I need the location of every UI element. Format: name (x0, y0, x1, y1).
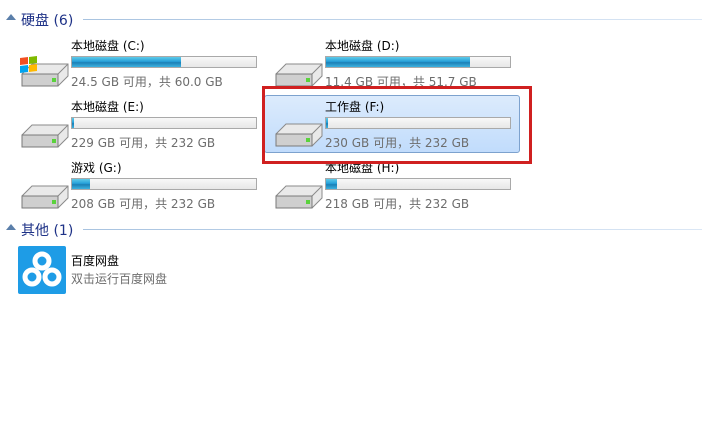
drive-h[interactable]: 本地磁盘 (H:) 218 GB 可用，共 232 GB (272, 161, 530, 218)
hard-drive-icon (275, 185, 323, 209)
drive-usage-bar (71, 117, 257, 129)
drive-name: 本地磁盘 (C:) (71, 39, 145, 53)
drive-name: 本地磁盘 (D:) (325, 39, 400, 53)
app-baidu-netdisk[interactable]: 百度网盘 双击运行百度网盘 (18, 246, 258, 294)
drive-space: 229 GB 可用，共 232 GB (71, 136, 216, 150)
group-divider (83, 229, 702, 230)
highlight-annotation-box (262, 86, 532, 164)
drive-space: 208 GB 可用，共 232 GB (71, 197, 216, 211)
drive-usage-fill (326, 57, 470, 67)
drive-name: 游戏 (G:) (71, 161, 122, 175)
windows-drive-icon (20, 56, 69, 87)
drive-usage-bar (71, 178, 257, 190)
drive-usage-bar (325, 178, 511, 190)
drive-usage-bar (325, 56, 511, 68)
drive-space: 218 GB 可用，共 232 GB (325, 197, 470, 211)
hard-drive-icon (21, 185, 69, 209)
drive-usage-bar (71, 56, 257, 68)
group-title: 硬盘 (6) (21, 13, 74, 29)
drive-usage-fill (72, 179, 91, 189)
app-description: 双击运行百度网盘 (71, 272, 168, 286)
hard-drive-icon (275, 63, 323, 87)
drive-name: 本地磁盘 (E:) (71, 100, 144, 114)
group-title: 其他 (1) (21, 223, 74, 239)
group-header-other[interactable]: 其他 (1) (0, 219, 704, 239)
group-header-hard-disks[interactable]: 硬盘 (6) (0, 9, 704, 29)
app-name: 百度网盘 (71, 254, 120, 268)
drive-usage-fill (72, 57, 181, 67)
drive-usage-fill (326, 179, 338, 189)
drive-usage-fill (72, 118, 75, 128)
drive-e[interactable]: 本地磁盘 (E:) 229 GB 可用，共 232 GB (18, 100, 276, 157)
drive-space: 24.5 GB 可用，共 60.0 GB (71, 75, 223, 89)
group-divider (83, 19, 702, 20)
collapse-arrow-icon[interactable] (6, 224, 16, 230)
baidu-netdisk-icon (18, 246, 66, 294)
drive-g[interactable]: 游戏 (G:) 208 GB 可用，共 232 GB (18, 161, 276, 218)
drive-c[interactable]: 本地磁盘 (C:) 24.5 GB 可用，共 60.0 GB (18, 39, 276, 96)
collapse-arrow-icon[interactable] (6, 14, 16, 20)
hard-drive-icon (21, 124, 69, 148)
